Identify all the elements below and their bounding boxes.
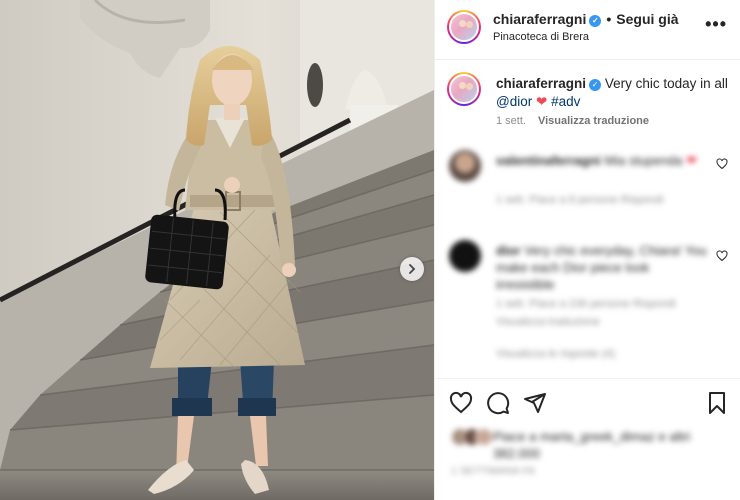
caption-mention[interactable]: @dior <box>496 94 532 109</box>
comment-username[interactable]: valentinaferragni <box>496 153 601 168</box>
comment-avatar[interactable] <box>449 150 481 182</box>
comment-body: Mia stupenda <box>604 153 683 168</box>
comment-text: dior Very chic everyday, Chiara! You mak… <box>496 242 710 293</box>
author-line: chiaraferragni ✓ • Segui già <box>493 11 679 27</box>
comment-icon[interactable] <box>486 391 510 415</box>
next-photo-button[interactable] <box>400 257 424 281</box>
caption-hashtag[interactable]: #adv <box>551 94 580 109</box>
post-panel: chiaraferragni ✓ • Segui già Pinacoteca di … <box>434 0 740 500</box>
view-replies[interactable]: Visualizza le risposte (4) <box>496 348 615 360</box>
verified-icon: ✓ <box>589 15 602 27</box>
caption-body: Very chic today in all <box>604 76 728 91</box>
caption-meta: 1 sett. Visualizza traduzione <box>496 115 649 127</box>
post-location[interactable]: Pinacoteca di Brera <box>493 31 589 43</box>
separator-dot: • <box>606 11 612 27</box>
like-icon[interactable] <box>449 391 473 415</box>
post-header: chiaraferragni ✓ • Segui già Pinacoteca di … <box>435 0 740 60</box>
author-username[interactable]: chiaraferragni <box>493 11 586 27</box>
comment-meta: 1 sett. Piace a 8 persone Rispondi <box>496 194 664 206</box>
translate-link[interactable]: Visualizza traduzione <box>538 115 649 127</box>
post-photo[interactable] <box>0 0 434 500</box>
next-arrow-icon <box>409 264 416 274</box>
comment-avatar[interactable] <box>449 240 481 272</box>
photo-image <box>0 0 434 500</box>
author-avatar[interactable] <box>447 10 481 44</box>
comment-translate[interactable]: Visualizza traduzione <box>496 316 600 328</box>
more-icon[interactable]: ••• <box>705 14 727 35</box>
likes-text[interactable]: Piace a marta_greek_dimaz e altri 382.00… <box>493 428 723 462</box>
caption-avatar[interactable] <box>447 72 481 106</box>
red-heart-emoji: ❤ <box>686 153 697 168</box>
save-icon[interactable] <box>705 391 729 415</box>
action-bar <box>435 378 740 424</box>
caption-time: 1 sett. <box>496 115 526 127</box>
follow-button[interactable]: Segui già <box>616 11 678 27</box>
share-icon[interactable] <box>523 391 547 415</box>
liker-avatar <box>475 428 493 446</box>
comment-username[interactable]: dior <box>496 243 521 258</box>
comment-text: valentinaferragni Mia stupenda ❤ <box>496 152 710 169</box>
comment-body: Very chic everyday, Chiara! You make eac… <box>496 243 707 292</box>
comment-meta: 1 sett. Piace a 236 persone Rispondi <box>496 298 676 310</box>
red-heart-emoji: ❤ <box>535 94 548 109</box>
caption-text: chiaraferragni ✓ Very chic today in all @… <box>496 75 732 111</box>
verified-icon: ✓ <box>589 79 602 91</box>
post-date: 1 SETTIMANA FA <box>451 466 536 477</box>
comment-like-icon[interactable] <box>716 158 728 170</box>
caption-username[interactable]: chiaraferragni <box>496 76 586 91</box>
comment-like-icon[interactable] <box>716 250 728 262</box>
